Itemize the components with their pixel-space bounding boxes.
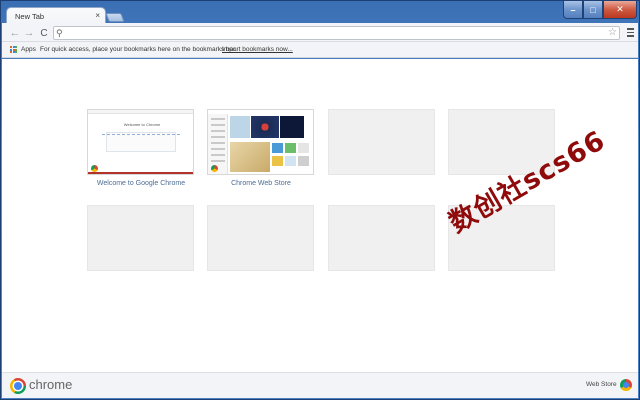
tab-title: New Tab: [15, 12, 45, 21]
omnibox[interactable]: ⚲ ☆: [53, 26, 620, 40]
browser-window: New Tab × – □ ✕ ← → C ⚲ ☆ Apps For quick…: [0, 0, 640, 400]
toolbar: ← → C ⚲ ☆: [2, 23, 638, 42]
tile-label[interactable]: Welcome to Google Chrome: [76, 180, 206, 187]
maximize-button[interactable]: □: [583, 1, 603, 19]
web-store-icon[interactable]: [620, 379, 632, 391]
web-store-link[interactable]: Web Store: [586, 381, 617, 388]
import-bookmarks-link[interactable]: Import bookmarks now...: [222, 46, 293, 53]
new-tab-button[interactable]: [105, 13, 125, 22]
most-visited-tile[interactable]: [207, 109, 314, 175]
most-visited-tile-empty: [328, 205, 435, 271]
bottom-bar: chrome Web Store: [2, 372, 638, 398]
search-icon: ⚲: [56, 28, 63, 38]
most-visited-tile-empty: [87, 205, 194, 271]
address-input[interactable]: [67, 27, 597, 39]
chrome-logo-icon: [10, 378, 26, 394]
bookmarks-hint: For quick access, place your bookmarks h…: [40, 46, 237, 53]
most-visited-tile-empty: [207, 205, 314, 271]
most-visited-tile[interactable]: Welcome to Chrome: [87, 109, 194, 175]
tab-close-icon[interactable]: ×: [95, 12, 100, 20]
reload-button[interactable]: C: [37, 26, 51, 40]
apps-shortcut[interactable]: Apps: [21, 46, 36, 53]
chrome-logo-icon: [91, 165, 98, 172]
thumbnail-heading: Welcome to Chrome: [123, 122, 161, 127]
close-window-button[interactable]: ✕: [603, 1, 637, 19]
chrome-logo-icon: [211, 165, 218, 172]
most-visited-tile-empty: [328, 109, 435, 175]
bookmarks-bar: Apps For quick access, place your bookma…: [2, 42, 638, 58]
chrome-menu-button[interactable]: [624, 26, 636, 39]
new-tab-page: Welcome to Chrome Welcome to Google Chro…: [2, 59, 638, 372]
forward-button[interactable]: →: [22, 26, 36, 40]
tile-label[interactable]: Chrome Web Store: [196, 180, 326, 187]
chrome-wordmark: chrome: [29, 377, 73, 392]
bookmark-star-icon[interactable]: ☆: [608, 26, 617, 39]
apps-grid-icon[interactable]: [10, 46, 17, 53]
hamburger-icon: [626, 28, 634, 30]
back-button[interactable]: ←: [8, 26, 22, 40]
window-controls: – □ ✕: [563, 1, 637, 19]
minimize-button[interactable]: –: [563, 1, 583, 19]
